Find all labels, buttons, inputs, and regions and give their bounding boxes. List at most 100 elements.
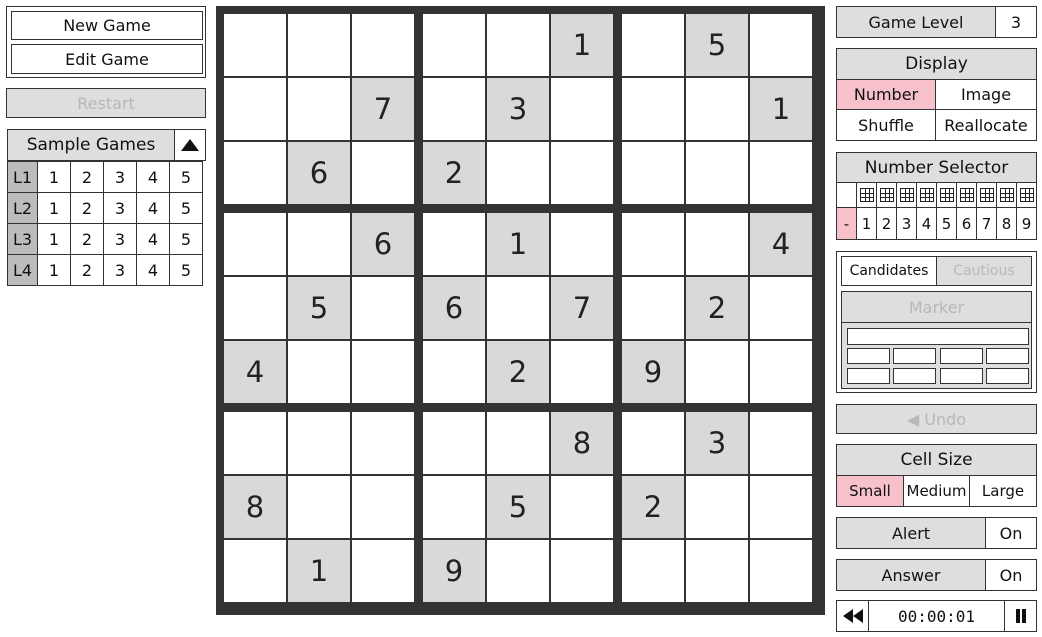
candidate-grid-button[interactable] bbox=[936, 183, 956, 207]
sudoku-cell[interactable] bbox=[551, 476, 613, 538]
marker-slot[interactable] bbox=[847, 348, 890, 364]
sudoku-cell[interactable] bbox=[288, 341, 350, 403]
sudoku-cell[interactable] bbox=[288, 476, 350, 538]
sudoku-cell[interactable] bbox=[352, 277, 414, 339]
sudoku-cell[interactable] bbox=[352, 14, 414, 76]
marker-slot[interactable] bbox=[893, 348, 936, 364]
sudoku-cell[interactable]: 1 bbox=[487, 213, 549, 275]
marker-slot[interactable] bbox=[847, 368, 890, 384]
sudoku-cell[interactable] bbox=[224, 142, 286, 204]
sudoku-cell[interactable] bbox=[487, 142, 549, 204]
sudoku-cell[interactable]: 5 bbox=[487, 476, 549, 538]
sudoku-cell[interactable]: 4 bbox=[224, 341, 286, 403]
sudoku-cell[interactable] bbox=[750, 412, 812, 474]
new-game-button[interactable]: New Game bbox=[11, 11, 203, 40]
sample-game-button[interactable]: 5 bbox=[169, 223, 203, 255]
sudoku-cell[interactable]: 6 bbox=[288, 142, 350, 204]
sample-game-button[interactable]: 2 bbox=[70, 161, 104, 193]
answer-toggle[interactable]: On bbox=[986, 560, 1036, 590]
sudoku-cell[interactable]: 2 bbox=[622, 476, 684, 538]
restart-button[interactable]: Restart bbox=[6, 88, 206, 118]
sudoku-cell[interactable] bbox=[423, 14, 485, 76]
sudoku-cell[interactable] bbox=[750, 277, 812, 339]
sudoku-cell[interactable]: 5 bbox=[686, 14, 748, 76]
sample-game-button[interactable]: 2 bbox=[70, 223, 104, 255]
sudoku-cell[interactable] bbox=[750, 476, 812, 538]
sudoku-cell[interactable]: 2 bbox=[423, 142, 485, 204]
pause-button[interactable] bbox=[1004, 601, 1036, 631]
sudoku-cell[interactable]: 3 bbox=[487, 78, 549, 140]
candidate-grid-button[interactable] bbox=[896, 183, 916, 207]
sudoku-cell[interactable] bbox=[622, 142, 684, 204]
sudoku-cell[interactable] bbox=[686, 213, 748, 275]
candidate-grid-button[interactable] bbox=[916, 183, 936, 207]
sudoku-cell[interactable] bbox=[224, 412, 286, 474]
sudoku-cell[interactable] bbox=[551, 540, 613, 602]
number-button[interactable]: 2 bbox=[876, 208, 896, 239]
sudoku-cell[interactable] bbox=[288, 213, 350, 275]
number-button[interactable]: 9 bbox=[1016, 208, 1036, 239]
sudoku-cell[interactable]: 1 bbox=[750, 78, 812, 140]
sudoku-cell[interactable] bbox=[423, 78, 485, 140]
marker-button[interactable]: Marker bbox=[842, 292, 1031, 323]
sudoku-cell[interactable] bbox=[352, 540, 414, 602]
sudoku-cell[interactable] bbox=[551, 341, 613, 403]
sudoku-cell[interactable] bbox=[352, 142, 414, 204]
sudoku-cell[interactable] bbox=[423, 412, 485, 474]
sudoku-cell[interactable] bbox=[686, 476, 748, 538]
sudoku-cell[interactable] bbox=[750, 14, 812, 76]
sudoku-cell[interactable]: 6 bbox=[352, 213, 414, 275]
number-button[interactable]: 3 bbox=[896, 208, 916, 239]
sudoku-cell[interactable]: 7 bbox=[352, 78, 414, 140]
sudoku-cell[interactable]: 6 bbox=[423, 277, 485, 339]
clear-number-button[interactable]: - bbox=[837, 208, 856, 239]
shuffle-button[interactable]: Shuffle bbox=[837, 110, 936, 140]
sample-game-button[interactable]: 1 bbox=[37, 223, 71, 255]
sample-games-toggle-button[interactable] bbox=[174, 129, 206, 161]
sudoku-cell[interactable] bbox=[224, 213, 286, 275]
sudoku-cell[interactable] bbox=[551, 78, 613, 140]
sudoku-cell[interactable] bbox=[288, 78, 350, 140]
sudoku-cell[interactable]: 4 bbox=[750, 213, 812, 275]
candidates-button[interactable]: Candidates bbox=[842, 257, 937, 285]
marker-slot[interactable] bbox=[940, 348, 983, 364]
sudoku-cell[interactable] bbox=[224, 14, 286, 76]
number-button[interactable]: 7 bbox=[976, 208, 996, 239]
sudoku-cell[interactable]: 9 bbox=[423, 540, 485, 602]
sudoku-cell[interactable] bbox=[750, 142, 812, 204]
sample-game-button[interactable]: 4 bbox=[136, 223, 170, 255]
sudoku-cell[interactable] bbox=[750, 341, 812, 403]
marker-slot-wide[interactable] bbox=[847, 328, 1029, 345]
number-button[interactable]: 6 bbox=[956, 208, 976, 239]
sudoku-cell[interactable] bbox=[551, 213, 613, 275]
edit-game-button[interactable]: Edit Game bbox=[11, 44, 203, 74]
sample-game-button[interactable]: 2 bbox=[70, 254, 104, 286]
candidate-grid-button[interactable] bbox=[976, 183, 996, 207]
sample-game-button[interactable]: 2 bbox=[70, 192, 104, 224]
sample-game-button[interactable]: 1 bbox=[37, 192, 71, 224]
sudoku-cell[interactable] bbox=[622, 412, 684, 474]
sudoku-cell[interactable] bbox=[288, 14, 350, 76]
sample-game-button[interactable]: 5 bbox=[169, 254, 203, 286]
sudoku-cell[interactable]: 5 bbox=[288, 277, 350, 339]
sample-game-button[interactable]: 5 bbox=[169, 192, 203, 224]
sudoku-cell[interactable] bbox=[622, 540, 684, 602]
reallocate-button[interactable]: Reallocate bbox=[936, 110, 1036, 140]
sudoku-cell[interactable]: 1 bbox=[551, 14, 613, 76]
sudoku-cell[interactable]: 7 bbox=[551, 277, 613, 339]
sample-game-button[interactable]: 3 bbox=[103, 192, 137, 224]
sudoku-cell[interactable] bbox=[352, 476, 414, 538]
sudoku-cell[interactable] bbox=[686, 540, 748, 602]
sudoku-cell[interactable] bbox=[622, 213, 684, 275]
sudoku-cell[interactable] bbox=[423, 341, 485, 403]
rewind-button[interactable] bbox=[837, 601, 869, 631]
sudoku-cell[interactable] bbox=[487, 277, 549, 339]
sudoku-cell[interactable] bbox=[622, 14, 684, 76]
candidate-grid-button[interactable] bbox=[856, 183, 876, 207]
sample-game-button[interactable]: 4 bbox=[136, 192, 170, 224]
sample-game-button[interactable]: 4 bbox=[136, 254, 170, 286]
sudoku-cell[interactable]: 2 bbox=[487, 341, 549, 403]
marker-slot[interactable] bbox=[893, 368, 936, 384]
sample-game-button[interactable]: 4 bbox=[136, 161, 170, 193]
candidate-grid-button[interactable] bbox=[876, 183, 896, 207]
